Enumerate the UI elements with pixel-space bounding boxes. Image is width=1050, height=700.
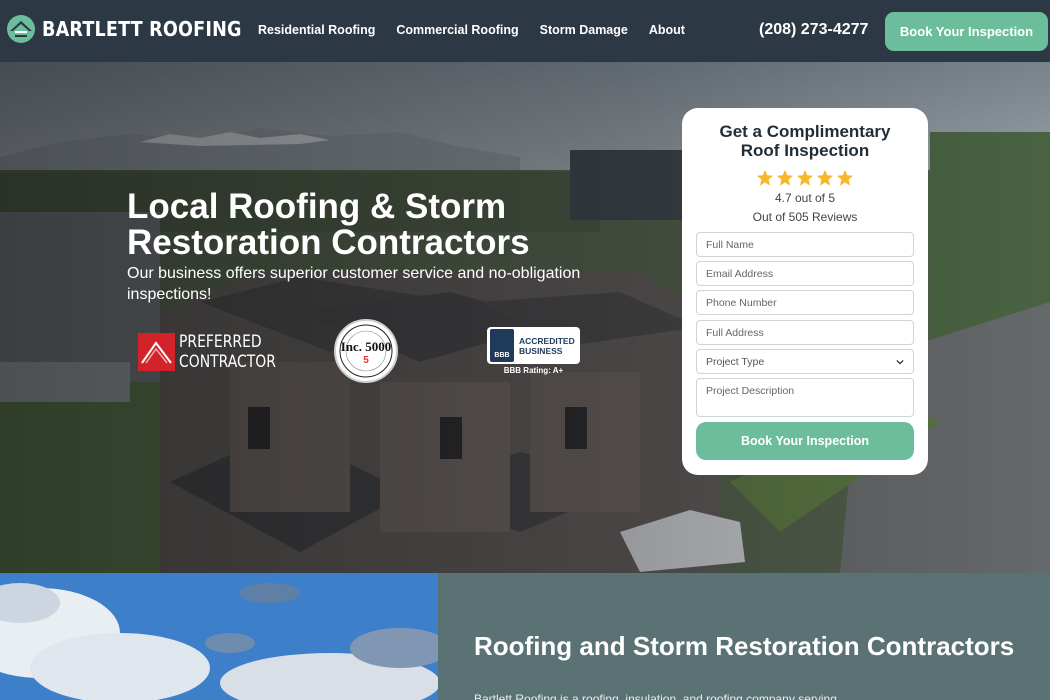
nav-link-residential[interactable]: Residential Roofing xyxy=(258,23,375,37)
nav-link-about[interactable]: About xyxy=(649,23,685,37)
full-name-input[interactable] xyxy=(696,232,914,257)
star-icon xyxy=(776,169,794,186)
section-title: Roofing and Storm Restoration Contractor… xyxy=(474,631,1015,661)
project-type-value: Project Type xyxy=(706,355,765,368)
inc-wordmark: Inc. 5000 xyxy=(341,339,392,354)
form-title: Get a Complimentary Roof Inspection xyxy=(719,122,891,160)
brand-name: BARTLETT ROOFING xyxy=(42,17,242,41)
star-rating xyxy=(756,169,854,187)
book-inspection-submit-button[interactable]: Book Your Inspection xyxy=(696,422,914,460)
preferred-contractor-badge: PREFERRED CONTRACTOR xyxy=(138,332,276,372)
email-input[interactable] xyxy=(696,261,914,286)
project-type-select[interactable]: Project Type xyxy=(696,349,914,374)
svg-text:5: 5 xyxy=(363,355,369,366)
star-icon xyxy=(816,169,834,186)
project-description-input[interactable] xyxy=(696,378,914,417)
star-icon xyxy=(796,169,814,186)
phone-input[interactable] xyxy=(696,290,914,315)
preferred-contractor-text: PREFERRED CONTRACTOR xyxy=(179,332,276,372)
review-count: Out of 505 Reviews xyxy=(752,210,858,224)
house-logo-icon xyxy=(7,15,35,43)
star-icon xyxy=(756,169,774,186)
section-body: Bartlett Roofing is a roofing, insulatio… xyxy=(474,692,837,700)
top-nav: BARTLETT ROOFING Residential Roofing Com… xyxy=(0,0,1050,62)
hero-title: Local Roofing & Storm Restoration Contra… xyxy=(127,187,530,262)
bbb-logo-icon: BBB xyxy=(490,329,514,362)
nav-link-commercial[interactable]: Commercial Roofing xyxy=(396,23,518,37)
inspection-form-card: Get a Complimentary Roof Inspection 4.7 … xyxy=(682,108,928,475)
bbb-accredited-text: ACCREDITED BUSINESS xyxy=(519,335,575,356)
hero-subtitle: Our business offers superior customer se… xyxy=(127,265,581,303)
nav-links: Residential Roofing Commercial Roofing S… xyxy=(258,23,685,37)
bbb-accredited-badge: BBB ACCREDITED BUSINESS BBB Rating: A+ xyxy=(487,327,580,375)
book-inspection-nav-button[interactable]: Book Your Inspection xyxy=(885,12,1048,51)
phone-link[interactable]: (208) 273-4277 xyxy=(759,21,868,39)
bbb-rating-text: BBB Rating: A+ xyxy=(503,366,564,375)
intro-panel: Roofing and Storm Restoration Contractor… xyxy=(438,573,1050,700)
inc-5000-badge: Inc. 5000 5 xyxy=(334,319,398,383)
inc-5000-logo-icon: Inc. 5000 5 xyxy=(339,324,393,378)
nav-link-storm-damage[interactable]: Storm Damage xyxy=(540,23,628,37)
owens-corning-logo-icon xyxy=(138,333,175,371)
address-input[interactable] xyxy=(696,320,914,345)
star-icon xyxy=(836,169,854,186)
rating-score: 4.7 out of 5 xyxy=(774,191,836,205)
brand-logo[interactable]: BARTLETT ROOFING xyxy=(6,14,269,44)
chevron-down-icon xyxy=(896,359,904,365)
sky-photo xyxy=(0,573,438,700)
